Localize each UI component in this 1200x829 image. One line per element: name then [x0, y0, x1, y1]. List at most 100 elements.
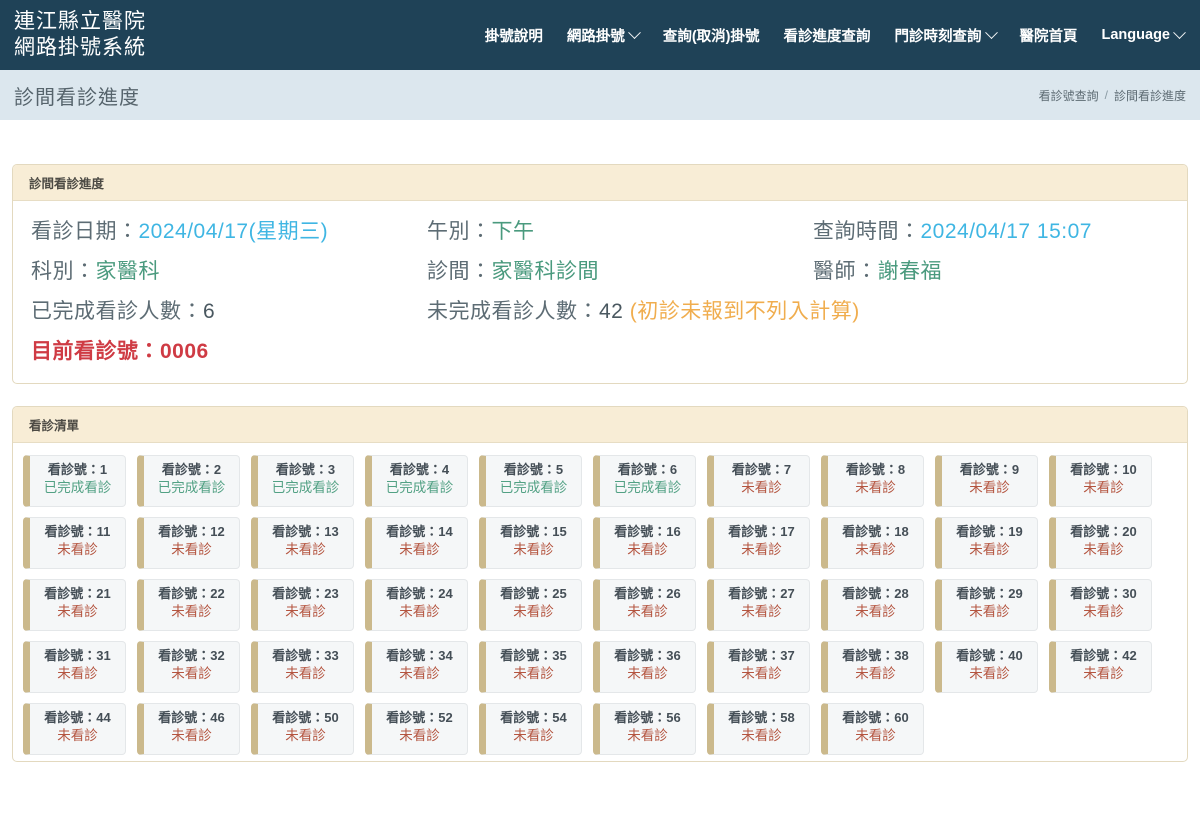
visit-number-card: 看診號：33 未看診 [251, 641, 354, 693]
visit-status-text: 未看診 [855, 603, 896, 619]
visit-number-grid: 看診號：1 已完成看診 看診號：2 已完成看診 看診號：3 已完成看診 看診號：4 已完成看診… [23, 455, 1177, 755]
visit-status-text: 未看診 [969, 665, 1010, 681]
nav-item-5[interactable]: 門診時刻查詢 [883, 17, 1008, 54]
breadcrumb-current: 診間看診進度 [1113, 88, 1186, 103]
nav-item-label: 網路掛號 [566, 28, 625, 45]
department-value: 家醫科 [95, 260, 160, 283]
visit-number-text: 看診號：20 [1070, 524, 1137, 539]
visit-number-card: 看診號：54 未看診 [479, 703, 582, 755]
nav-item-7[interactable]: Language [1090, 19, 1186, 51]
visit-number-text: 看診號：25 [500, 586, 567, 601]
visit-number-card: 看診號：26 未看診 [593, 579, 696, 631]
visit-status-text: 未看診 [1083, 541, 1124, 557]
query-time-field: 查詢時間：2024/04/17 15:07 [813, 215, 1169, 245]
visit-status-text: 未看診 [171, 665, 212, 681]
breadcrumb-parent-link[interactable]: 看診號查詢 [1039, 87, 1099, 104]
visit-status-text: 未看診 [399, 603, 440, 619]
visit-number-text: 看診號：54 [500, 710, 567, 725]
visit-list-panel: 看診清單 看診號：1 已完成看診 看診號：2 已完成看診 看診號：3 已完成看診 看診號：4… [12, 406, 1188, 762]
visit-number-text: 看診號：33 [272, 648, 339, 663]
visit-number-text: 看診號：58 [728, 710, 795, 725]
visit-number-text: 看診號：44 [44, 710, 111, 725]
visit-status-text: 已完成看診 [157, 479, 226, 495]
clinic-progress-panel-title: 診間看診進度 [13, 165, 1187, 201]
visit-number-card: 看診號：8 未看診 [821, 455, 924, 507]
visit-number-card: 看診號：32 未看診 [137, 641, 240, 693]
visit-number-card: 看診號：22 未看診 [137, 579, 240, 631]
completed-count-value: 6 [203, 300, 216, 323]
visit-number-card: 看診號：23 未看診 [251, 579, 354, 631]
visit-status-text: 未看診 [627, 665, 668, 681]
visit-number-text: 看診號：15 [500, 524, 567, 539]
visit-status-text: 未看診 [969, 541, 1010, 557]
info-row-counts: 已完成看診人數：6 未完成看診人數：42 (初診未報到不列入計算) [31, 295, 1169, 325]
visit-number-text: 看診號：30 [1070, 586, 1137, 601]
visit-status-text: 未看診 [513, 665, 554, 681]
visit-status-text: 未看診 [285, 603, 326, 619]
visit-number-text: 看診號：11 [44, 524, 111, 539]
nav-item-3[interactable]: 查詢(取消)掛號 [651, 17, 772, 54]
visit-number-text: 看診號：18 [842, 524, 909, 539]
visit-number-text: 看診號：3 [275, 462, 336, 477]
clinic-progress-panel: 診間看診進度 看診日期：2024/04/17(星期三) 午別：下午 查詢時間：2… [12, 164, 1188, 384]
site-logo[interactable]: 連江縣立醫院 網路掛號系統 [14, 9, 146, 61]
visit-number-text: 看診號：40 [956, 648, 1023, 663]
nav-item-label: 掛號說明 [484, 28, 543, 45]
chevron-down-icon [1173, 25, 1186, 39]
visit-number-card: 看診號：15 未看診 [479, 517, 582, 569]
visit-number-card: 看診號：46 未看診 [137, 703, 240, 755]
visit-number-text: 看診號：7 [731, 462, 792, 477]
incomplete-count-value: 42 [599, 300, 624, 323]
visit-number-text: 看診號：24 [386, 586, 453, 601]
visit-date-field: 看診日期：2024/04/17(星期三) [31, 215, 427, 245]
visit-status-text: 未看診 [741, 665, 782, 681]
chevron-down-icon [627, 25, 641, 39]
visit-number-text: 看診號：10 [1070, 462, 1137, 477]
visit-number-text: 看診號：5 [503, 462, 564, 477]
visit-number-text: 看診號：28 [842, 586, 909, 601]
visit-number-card: 看診號：38 未看診 [821, 641, 924, 693]
department-label: 科別： [31, 260, 96, 283]
visit-status-text: 未看診 [513, 727, 554, 743]
visit-number-card: 看診號：19 未看診 [935, 517, 1038, 569]
visit-status-text: 未看診 [171, 603, 212, 619]
visit-status-text: 未看診 [1083, 665, 1124, 681]
visit-status-text: 未看診 [513, 541, 554, 557]
visit-number-text: 看診號：29 [956, 586, 1023, 601]
visit-date-value: 2024/04/17(星期三) [138, 220, 329, 243]
visit-number-card: 看診號：10 未看診 [1049, 455, 1152, 507]
visit-number-card: 看診號：29 未看診 [935, 579, 1038, 631]
visit-status-text: 未看診 [741, 603, 782, 619]
department-field: 科別：家醫科 [31, 255, 427, 285]
visit-number-card: 看診號：17 未看診 [707, 517, 810, 569]
session-label: 午別： [427, 220, 492, 243]
nav-item-2[interactable]: 網路掛號 [555, 17, 651, 54]
visit-number-text: 看診號：1 [47, 462, 108, 477]
visit-number-card: 看診號：4 已完成看診 [365, 455, 468, 507]
visit-number-text: 看診號：34 [386, 648, 453, 663]
visit-number-card: 看診號：3 已完成看診 [251, 455, 354, 507]
visit-status-text: 未看診 [855, 665, 896, 681]
visit-number-card: 看診號：36 未看診 [593, 641, 696, 693]
visit-list-panel-body: 看診號：1 已完成看診 看診號：2 已完成看診 看診號：3 已完成看診 看診號：4 已完成看診… [13, 443, 1187, 761]
visit-status-text: 未看診 [741, 727, 782, 743]
nav-item-4[interactable]: 看診進度查詢 [772, 17, 883, 54]
visit-number-card: 看診號：40 未看診 [935, 641, 1038, 693]
visit-number-card: 看診號：35 未看診 [479, 641, 582, 693]
info-row-department: 科別：家醫科 診間：家醫科診間 醫師：謝春福 [31, 255, 1169, 285]
visit-number-card: 看診號：18 未看診 [821, 517, 924, 569]
visit-number-card: 看診號：42 未看診 [1049, 641, 1152, 693]
visit-number-text: 看診號：60 [842, 710, 909, 725]
nav-item-1[interactable]: 掛號說明 [473, 17, 555, 54]
nav-item-6[interactable]: 醫院首頁 [1008, 17, 1090, 54]
visit-status-text: 未看診 [741, 479, 782, 495]
visit-number-card: 看診號：25 未看診 [479, 579, 582, 631]
room-value: 家醫科診間 [491, 260, 599, 283]
visit-status-text: 未看診 [285, 727, 326, 743]
visit-status-text: 未看診 [969, 479, 1010, 495]
session-field: 午別：下午 [427, 215, 813, 245]
visit-number-text: 看診號：9 [959, 462, 1020, 477]
visit-number-card: 看診號：30 未看診 [1049, 579, 1152, 631]
visit-status-text: 未看診 [855, 727, 896, 743]
visit-status-text: 未看診 [627, 603, 668, 619]
